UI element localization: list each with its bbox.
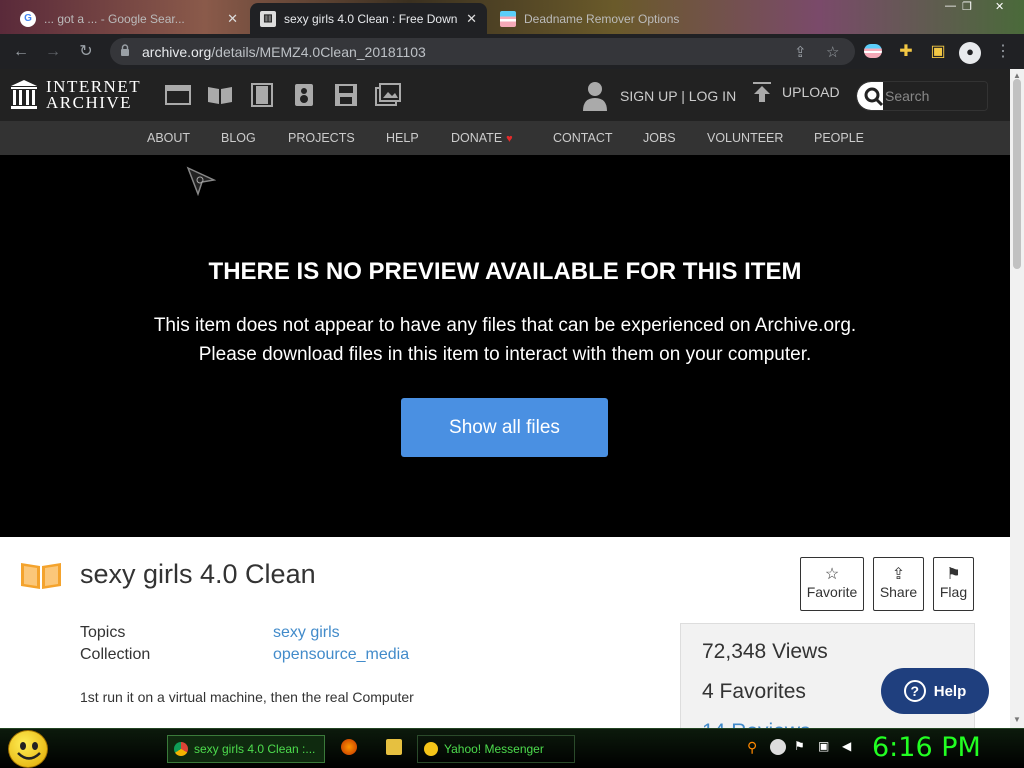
folder-icon[interactable] [386, 739, 402, 755]
audio-icon[interactable] [291, 83, 317, 107]
share-icon: ⇪ [891, 566, 906, 583]
ia-nav: ABOUT BLOG PROJECTS HELP DONATE ♥ CONTACT… [0, 121, 1010, 155]
bookmark-star-icon[interactable]: ☆ [826, 43, 839, 61]
nav-help[interactable]: HELP [386, 131, 419, 145]
nav-donate[interactable]: DONATE ♥ [451, 131, 513, 145]
ia-header: INTERNET ARCHIVE SIGN UP | LOG IN UPLOAD [0, 69, 1010, 121]
mouse-cursor-icon [186, 166, 216, 196]
taskbar-clock[interactable]: 6:16 PM [872, 732, 981, 763]
texts-icon[interactable] [207, 83, 233, 107]
nav-people[interactable]: PEOPLE [814, 131, 864, 145]
no-preview-line1: This item does not appear to have any fi… [153, 315, 857, 336]
taskbar-item-chrome[interactable]: sexy girls 4.0 Clean :... [167, 735, 325, 763]
yahoo-smiley-icon [424, 742, 438, 756]
nav-jobs[interactable]: JOBS [643, 131, 676, 145]
window-close-icon[interactable]: ✕ [995, 0, 1004, 14]
topics-link[interactable]: sexy girls [273, 624, 340, 642]
forward-arrow-icon[interactable]: → [43, 42, 63, 62]
tab-google-search[interactable]: G ... got a ... - Google Sear... ✕ [10, 3, 248, 34]
user-icon [583, 82, 607, 111]
book-icon [21, 563, 61, 589]
extensions-puzzle-icon[interactable]: ✚ [896, 42, 916, 62]
topics-label: Topics [80, 624, 126, 641]
chrome-icon [174, 742, 188, 756]
upload-icon [753, 82, 771, 102]
profile-avatar-icon[interactable]: ● [959, 42, 981, 64]
search-input[interactable] [883, 82, 987, 110]
tray-status-icon[interactable] [770, 739, 786, 755]
taskbar: sexy girls 4.0 Clean :... Yahoo! Messeng… [0, 728, 1024, 768]
close-icon[interactable]: ✕ [227, 11, 238, 27]
menu-kebab-icon[interactable]: ⋮ [993, 42, 1013, 62]
google-icon: G [20, 10, 36, 27]
browser-toolbar: ← → ↻ archive.org/details/MEMZ4.0Clean_2… [0, 34, 1024, 69]
star-icon: ☆ [824, 566, 840, 583]
back-arrow-icon[interactable]: ← [11, 42, 31, 62]
video-icon[interactable] [249, 83, 275, 107]
ia-temple-icon: ▥ [260, 10, 276, 27]
scrollbar-thumb[interactable] [1013, 79, 1021, 269]
share-page-icon[interactable]: ⇪ [794, 43, 807, 61]
firefox-icon[interactable] [341, 739, 357, 755]
sidebar-icon[interactable]: ▣ [928, 42, 948, 62]
search-icon [864, 87, 884, 107]
reload-icon[interactable]: ↻ [76, 42, 96, 62]
favorites-count: 4 Favorites [702, 680, 806, 703]
deadname-extension-icon[interactable] [864, 44, 882, 58]
address-bar[interactable]: archive.org/details/MEMZ4.0Clean_2018110… [110, 38, 855, 65]
scroll-down-icon[interactable]: ▼ [1013, 715, 1021, 724]
nav-volunteer[interactable]: VOLUNTEER [707, 131, 783, 145]
heart-icon: ♥ [506, 133, 513, 145]
url-text: archive.org/details/MEMZ4.0Clean_2018110… [142, 44, 426, 60]
page-scrollbar[interactable]: ▲ ▼ [1010, 69, 1024, 728]
help-button[interactable]: ? Help [881, 668, 989, 714]
share-button[interactable]: ⇪ Share [873, 557, 924, 611]
tray-network-icon[interactable]: ▣ [818, 739, 834, 755]
favorite-button[interactable]: ☆ Favorite [800, 557, 864, 611]
nav-blog[interactable]: BLOG [221, 131, 256, 145]
restore-icon[interactable]: ❐ [962, 0, 972, 14]
no-preview-heading: THERE IS NO PREVIEW AVAILABLE FOR THIS I… [208, 258, 802, 285]
ia-search-box[interactable] [856, 81, 988, 111]
flag-button[interactable]: ⚑ Flag [933, 557, 974, 611]
taskbar-item-yahoo[interactable]: Yahoo! Messenger [417, 735, 575, 763]
show-all-files-button[interactable]: Show all files [401, 398, 608, 457]
signup-login-link[interactable]: SIGN UP | LOG IN [582, 81, 736, 111]
preview-area: THERE IS NO PREVIEW AVAILABLE FOR THIS I… [0, 155, 1010, 537]
ia-wordmark: INTERNET ARCHIVE [46, 77, 142, 112]
tray-search-icon[interactable]: ⚲ [747, 739, 763, 755]
web-icon[interactable] [165, 83, 191, 107]
nav-about[interactable]: ABOUT [147, 131, 190, 145]
screen: G ... got a ... - Google Sear... ✕ ▥ sex… [0, 0, 1024, 768]
flag-icon: ⚑ [946, 566, 961, 583]
tray-volume-icon[interactable]: ◀ [842, 739, 858, 755]
close-icon[interactable]: ✕ [466, 11, 477, 27]
extension-flag-icon [500, 10, 516, 27]
images-icon[interactable] [375, 83, 401, 107]
upload-link[interactable]: UPLOAD [752, 81, 840, 103]
question-icon: ? [903, 680, 926, 702]
nav-projects[interactable]: PROJECTS [288, 131, 355, 145]
item-details: sexy girls 4.0 Clean ☆ Favorite ⇪ Share … [0, 537, 1010, 743]
tab-deadname-remover[interactable]: Deadname Remover Options [490, 3, 690, 34]
item-description: 1st run it on a virtual machine, then th… [80, 689, 414, 705]
smiley-icon [17, 742, 41, 760]
start-button-smiley[interactable] [8, 730, 48, 768]
ia-temple-icon [11, 80, 37, 109]
nav-contact[interactable]: CONTACT [553, 131, 613, 145]
tab-archive-item[interactable]: ▥ sexy girls 4.0 Clean : Free Downl ✕ [250, 3, 487, 34]
collection-label: Collection [80, 646, 151, 663]
item-title: sexy girls 4.0 Clean [80, 559, 316, 589]
no-preview-line2: Please download files in this item to in… [198, 344, 812, 365]
ia-logo[interactable]: INTERNET ARCHIVE [10, 77, 142, 112]
collection-link[interactable]: opensource_media [273, 646, 409, 664]
minimize-icon[interactable]: — [945, 0, 956, 14]
browser-tabstrip: G ... got a ... - Google Sear... ✕ ▥ sex… [0, 0, 1024, 34]
tray-flag-icon[interactable]: ⚑ [794, 739, 810, 755]
views-count: 72,348 Views [702, 640, 828, 663]
lock-icon [121, 44, 129, 56]
software-icon[interactable] [333, 83, 359, 107]
